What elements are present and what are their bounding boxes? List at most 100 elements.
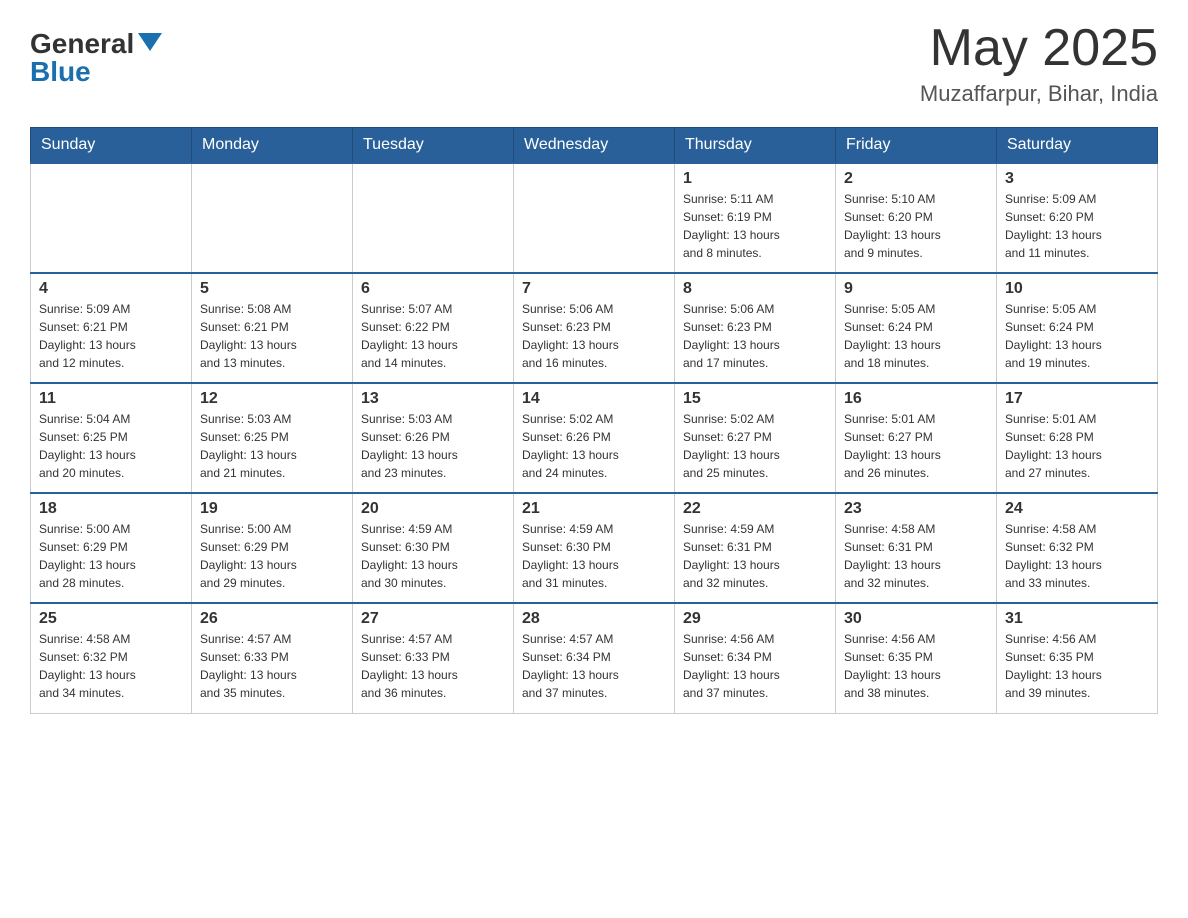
day-number: 19 [200,500,344,518]
day-info: Sunrise: 5:09 AM Sunset: 6:21 PM Dayligh… [39,300,183,372]
day-number: 17 [1005,390,1149,408]
day-info: Sunrise: 5:08 AM Sunset: 6:21 PM Dayligh… [200,300,344,372]
calendar-cell [31,163,192,273]
day-info: Sunrise: 5:01 AM Sunset: 6:27 PM Dayligh… [844,410,988,482]
day-info: Sunrise: 5:01 AM Sunset: 6:28 PM Dayligh… [1005,410,1149,482]
calendar-cell: 1Sunrise: 5:11 AM Sunset: 6:19 PM Daylig… [675,163,836,273]
day-number: 27 [361,610,505,628]
day-header-thursday: Thursday [675,128,836,164]
calendar-cell: 28 Sunrise: 4:57 AM Sunset: 6:34 PM Dayli… [514,603,675,713]
calendar-cell: 5 Sunrise: 5:08 AM Sunset: 6:21 PM Daylig… [192,273,353,383]
day-header-wednesday: Wednesday [514,128,675,164]
day-header-monday: Monday [192,128,353,164]
day-number: 24 [1005,500,1149,518]
calendar-cell: 18 Sunrise: 5:00 AM Sunset: 6:29 PM Dayli… [31,493,192,603]
calendar-cell: 29 Sunrise: 4:56 AM Sunset: 6:34 PM Dayli… [675,603,836,713]
calendar-cell: 17 Sunrise: 5:01 AM Sunset: 6:28 PM Dayli… [997,383,1158,493]
day-info: Sunrise: 4:58 AM Sunset: 6:32 PM Dayligh… [1005,520,1149,592]
day-number: 21 [522,500,666,518]
week-row-3: 11Sunrise: 5:04 AM Sunset: 6:25 PM Dayli… [31,383,1158,493]
day-info: Sunrise: 5:00 AM Sunset: 6:29 PM Dayligh… [39,520,183,592]
day-number: 2 [844,170,988,188]
day-info: Sunrise: 5:06 AM Sunset: 6:23 PM Dayligh… [683,300,827,372]
day-info: Sunrise: 5:03 AM Sunset: 6:25 PM Dayligh… [200,410,344,482]
calendar-cell: 26 Sunrise: 4:57 AM Sunset: 6:33 PM Dayli… [192,603,353,713]
title-section: May 2025 Muzaffarpur, Bihar, India [920,20,1158,107]
day-number: 20 [361,500,505,518]
logo-general-text: General [30,30,134,58]
day-info: Sunrise: 5:03 AM Sunset: 6:26 PM Dayligh… [361,410,505,482]
day-info: Sunrise: 4:59 AM Sunset: 6:31 PM Dayligh… [683,520,827,592]
week-row-4: 18 Sunrise: 5:00 AM Sunset: 6:29 PM Dayli… [31,493,1158,603]
day-number: 3 [1005,170,1149,188]
calendar-cell: 11Sunrise: 5:04 AM Sunset: 6:25 PM Dayli… [31,383,192,493]
day-info: Sunrise: 4:57 AM Sunset: 6:33 PM Dayligh… [200,630,344,702]
calendar-cell: 3 Sunrise: 5:09 AM Sunset: 6:20 PM Daylig… [997,163,1158,273]
day-number: 7 [522,280,666,298]
calendar-cell: 10 Sunrise: 5:05 AM Sunset: 6:24 PM Dayli… [997,273,1158,383]
day-number: 26 [200,610,344,628]
calendar-cell [192,163,353,273]
day-number: 10 [1005,280,1149,298]
day-number: 14 [522,390,666,408]
day-info: Sunrise: 4:59 AM Sunset: 6:30 PM Dayligh… [361,520,505,592]
day-number: 22 [683,500,827,518]
calendar-cell: 8 Sunrise: 5:06 AM Sunset: 6:23 PM Daylig… [675,273,836,383]
day-info: Sunrise: 4:59 AM Sunset: 6:30 PM Dayligh… [522,520,666,592]
calendar-cell [353,163,514,273]
day-info: Sunrise: 4:57 AM Sunset: 6:33 PM Dayligh… [361,630,505,702]
day-number: 9 [844,280,988,298]
calendar-cell: 24 Sunrise: 4:58 AM Sunset: 6:32 PM Dayli… [997,493,1158,603]
calendar-cell: 15Sunrise: 5:02 AM Sunset: 6:27 PM Dayli… [675,383,836,493]
calendar-header-row: SundayMondayTuesdayWednesdayThursdayFrid… [31,128,1158,164]
calendar-cell: 16 Sunrise: 5:01 AM Sunset: 6:27 PM Dayli… [836,383,997,493]
day-number: 28 [522,610,666,628]
day-number: 5 [200,280,344,298]
day-number: 18 [39,500,183,518]
calendar-cell: 20 Sunrise: 4:59 AM Sunset: 6:30 PM Dayli… [353,493,514,603]
day-number: 12 [200,390,344,408]
calendar-cell: 25 Sunrise: 4:58 AM Sunset: 6:32 PM Dayli… [31,603,192,713]
day-number: 16 [844,390,988,408]
day-info: Sunrise: 4:56 AM Sunset: 6:35 PM Dayligh… [844,630,988,702]
day-number: 23 [844,500,988,518]
day-number: 6 [361,280,505,298]
calendar-cell: 14 Sunrise: 5:02 AM Sunset: 6:26 PM Dayli… [514,383,675,493]
day-header-tuesday: Tuesday [353,128,514,164]
calendar-cell: 21 Sunrise: 4:59 AM Sunset: 6:30 PM Dayli… [514,493,675,603]
day-info: Sunrise: 5:02 AM Sunset: 6:27 PM Dayligh… [683,410,827,482]
calendar-cell: 6 Sunrise: 5:07 AM Sunset: 6:22 PM Daylig… [353,273,514,383]
day-number: 8 [683,280,827,298]
day-number: 13 [361,390,505,408]
day-info: Sunrise: 5:02 AM Sunset: 6:26 PM Dayligh… [522,410,666,482]
day-info: Sunrise: 5:07 AM Sunset: 6:22 PM Dayligh… [361,300,505,372]
day-info: Sunrise: 4:58 AM Sunset: 6:32 PM Dayligh… [39,630,183,702]
calendar-cell: 4Sunrise: 5:09 AM Sunset: 6:21 PM Daylig… [31,273,192,383]
day-header-friday: Friday [836,128,997,164]
day-number: 25 [39,610,183,628]
calendar-cell [514,163,675,273]
logo-triangle-icon [138,33,162,51]
day-header-sunday: Sunday [31,128,192,164]
day-header-saturday: Saturday [997,128,1158,164]
calendar-cell: 31Sunrise: 4:56 AM Sunset: 6:35 PM Dayli… [997,603,1158,713]
day-info: Sunrise: 5:05 AM Sunset: 6:24 PM Dayligh… [1005,300,1149,372]
day-info: Sunrise: 4:57 AM Sunset: 6:34 PM Dayligh… [522,630,666,702]
day-info: Sunrise: 4:56 AM Sunset: 6:34 PM Dayligh… [683,630,827,702]
calendar-cell: 2Sunrise: 5:10 AM Sunset: 6:20 PM Daylig… [836,163,997,273]
day-info: Sunrise: 5:05 AM Sunset: 6:24 PM Dayligh… [844,300,988,372]
logo-blue-text: Blue [30,56,91,87]
day-info: Sunrise: 5:09 AM Sunset: 6:20 PM Dayligh… [1005,190,1149,262]
day-info: Sunrise: 4:56 AM Sunset: 6:35 PM Dayligh… [1005,630,1149,702]
week-row-1: 1Sunrise: 5:11 AM Sunset: 6:19 PM Daylig… [31,163,1158,273]
calendar-cell: 27 Sunrise: 4:57 AM Sunset: 6:33 PM Dayli… [353,603,514,713]
day-info: Sunrise: 5:00 AM Sunset: 6:29 PM Dayligh… [200,520,344,592]
day-info: Sunrise: 4:58 AM Sunset: 6:31 PM Dayligh… [844,520,988,592]
calendar-cell: 9 Sunrise: 5:05 AM Sunset: 6:24 PM Daylig… [836,273,997,383]
day-number: 29 [683,610,827,628]
calendar-cell: 13 Sunrise: 5:03 AM Sunset: 6:26 PM Dayli… [353,383,514,493]
calendar-cell: 7Sunrise: 5:06 AM Sunset: 6:23 PM Daylig… [514,273,675,383]
calendar-cell: 30Sunrise: 4:56 AM Sunset: 6:35 PM Dayli… [836,603,997,713]
week-row-2: 4Sunrise: 5:09 AM Sunset: 6:21 PM Daylig… [31,273,1158,383]
week-row-5: 25 Sunrise: 4:58 AM Sunset: 6:32 PM Dayli… [31,603,1158,713]
